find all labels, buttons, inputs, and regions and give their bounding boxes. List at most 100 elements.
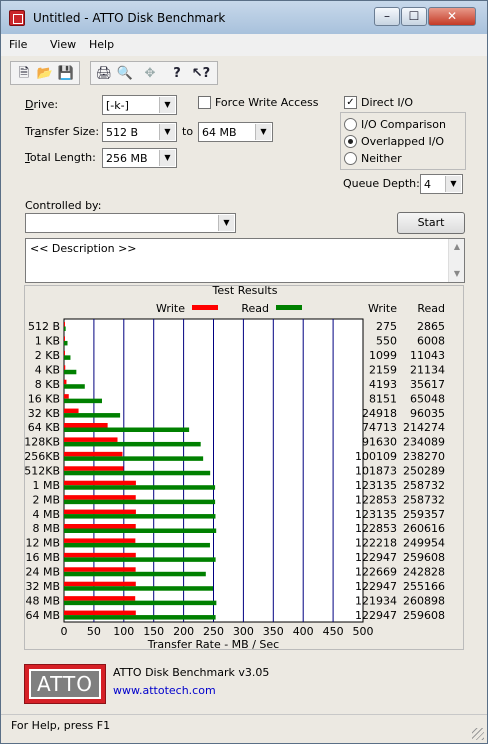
print-preview-icon[interactable]: 🔍 [115,64,135,83]
maximize-button[interactable]: ☐ [401,7,427,26]
read-bar [64,340,68,346]
legend-read-swatch [276,305,302,310]
resize-grip-icon[interactable] [472,728,484,740]
write-value: 74713 [362,421,397,434]
description-box[interactable]: << Description >> ▲ ▼ [25,238,465,283]
help-icon[interactable]: ? [167,64,187,83]
category-label: 1 KB [35,335,60,348]
print-icon[interactable]: 🖨 [94,64,114,83]
drive-value: [-k-] [106,99,129,112]
write-value: 122218 [355,537,397,550]
chevron-down-icon[interactable]: ▼ [159,124,175,140]
transfer-from-select[interactable]: 512 B ▼ [102,122,177,142]
category-label: 12 MB [25,537,60,550]
total-length-select[interactable]: 256 MB ▼ [102,148,177,168]
total-length-label: Total Length: [25,151,96,164]
read-value: 255166 [403,580,445,593]
read-bar [64,600,217,606]
column-header-read: Read [417,302,445,315]
start-button[interactable]: Start [397,212,465,234]
read-value: 242828 [403,566,445,579]
read-value: 260898 [403,594,445,607]
app-icon[interactable] [9,10,25,26]
transfer-size-label: Transfer Size: [25,125,100,138]
write-value: 24918 [362,407,397,420]
category-label: 8 KB [35,378,60,391]
radio-io-comparison[interactable] [344,118,357,131]
read-bar [64,384,85,389]
read-bar [64,470,211,476]
to-label: to [182,125,194,138]
close-button[interactable]: ✕ [428,7,476,26]
radio-overlapped-io[interactable] [344,135,357,148]
write-bar [64,509,136,515]
transfer-to-value: 64 MB [202,126,237,139]
menu-view[interactable]: View [50,38,76,51]
controlled-by-select[interactable]: ▼ [25,213,236,233]
chevron-down-icon[interactable]: ▼ [159,150,175,166]
menu-bar: File View Help [1,34,487,56]
save-icon[interactable]: 💾 [56,64,76,83]
x-tick-label: 500 [353,625,374,638]
category-label: 24 MB [25,566,60,579]
transfer-from-value: 512 B [106,126,139,139]
write-bar [64,538,136,543]
queue-depth-select[interactable]: 4 ▼ [420,174,463,194]
chevron-down-icon[interactable]: ▼ [218,215,234,231]
context-help-icon[interactable]: ↖? [191,64,211,83]
move-icon[interactable]: ✥ [140,64,160,83]
category-label: 32 KB [28,407,60,420]
read-value: 259608 [403,609,445,622]
x-tick-label: 450 [323,625,344,638]
read-value: 214274 [403,421,445,434]
total-length-value: 256 MB [106,152,148,165]
force-write-checkbox[interactable] [198,96,211,109]
chevron-down-icon[interactable]: ▼ [159,97,175,113]
write-bar [64,552,136,558]
legend-write-swatch [192,305,218,310]
write-bar [64,379,67,385]
read-value: 35617 [410,378,445,391]
transfer-to-select[interactable]: 64 MB ▼ [198,122,273,142]
scroll-up-icon[interactable]: ▲ [449,239,465,255]
controlled-by-label: Controlled by: [25,199,102,212]
chevron-down-icon[interactable]: ▼ [255,124,271,140]
read-bar [64,456,204,461]
category-label: 2 KB [35,349,60,362]
category-label: 2 MB [32,493,60,506]
title-bar[interactable]: Untitled - ATTO Disk Benchmark – ☐ ✕ [1,1,487,34]
direct-io-checkbox[interactable]: ✓ [344,96,357,109]
description-scrollbar[interactable]: ▲ ▼ [448,239,464,282]
new-icon[interactable]: 🗎 [14,64,34,83]
read-value: 250289 [403,465,445,478]
atto-logo: ATTO [24,664,106,704]
menu-file[interactable]: File [9,38,27,51]
menu-help[interactable]: Help [89,38,114,51]
read-value: 6008 [417,335,445,348]
read-bar [64,528,217,533]
app-window: Untitled - ATTO Disk Benchmark – ☐ ✕ Fil… [0,0,488,744]
drive-select[interactable]: [-k-] ▼ [102,95,177,115]
website-link[interactable]: www.attotech.com [113,684,216,697]
category-label: 128KB [25,436,60,449]
write-bar [64,322,65,327]
logo-text: ATTO [29,669,101,699]
x-tick-label: 300 [233,625,254,638]
read-value: 65048 [410,392,445,405]
scroll-down-icon[interactable]: ▼ [449,266,465,282]
minimize-button[interactable]: – [374,7,400,26]
write-bar [64,408,79,414]
column-header-write: Write [368,302,397,315]
category-label: 4 MB [32,508,60,521]
read-bar [64,485,216,490]
read-bar [64,557,216,562]
radio-neither[interactable] [344,152,357,165]
write-value: 122947 [355,551,397,564]
chevron-down-icon[interactable]: ▼ [445,176,461,192]
category-label: 16 KB [28,392,60,405]
status-text: For Help, press F1 [11,719,111,732]
read-value: 258732 [403,493,445,506]
open-icon[interactable]: 📂 [35,64,55,83]
read-bar [64,586,214,591]
x-tick-label: 50 [87,625,101,638]
